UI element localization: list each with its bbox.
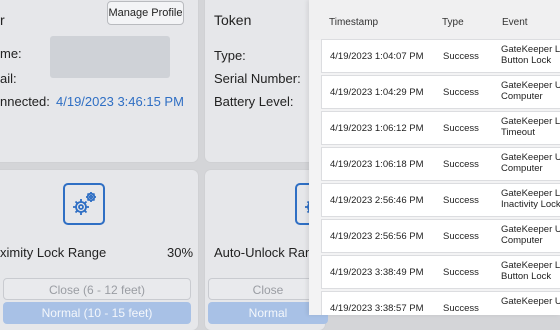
log-timestamp: 4/19/2023 1:06:12 PM xyxy=(330,123,424,134)
log-type: Success xyxy=(443,231,479,242)
proximity-lock-percent: 30% xyxy=(167,245,194,260)
log-timestamp: 4/19/2023 1:06:18 PM xyxy=(330,159,424,170)
log-event: GateKeeper Lo Button Lock xyxy=(501,260,560,282)
log-event: GateKeeper Lo Timeout xyxy=(501,116,560,138)
token-title: Token xyxy=(214,12,252,28)
log-event: GateKeeper Un xyxy=(501,296,560,307)
log-type: Success xyxy=(443,123,479,134)
proximity-gears-icon xyxy=(63,183,105,225)
log-event: GateKeeper Lo Button Lock xyxy=(501,44,560,66)
log-event: GateKeeper UnComputer xyxy=(501,80,560,102)
connected-value: 4/19/2023 3:46:15 PM xyxy=(56,94,184,109)
log-row[interactable]: 4/19/2023 1:04:07 PM Success GateKeeper … xyxy=(321,39,560,73)
log-row[interactable]: 4/19/2023 2:56:46 PM Success GateKeeper … xyxy=(321,183,560,217)
column-type[interactable]: Type xyxy=(442,17,464,28)
log-type: Success xyxy=(443,195,479,206)
proximity-lock-card: ximity Lock Range 30% Close (6 - 12 feet… xyxy=(0,170,198,330)
serial-number-label: Serial Number: xyxy=(214,71,301,86)
log-event: GateKeeper UnComputer xyxy=(501,224,560,246)
event-log-panel: Timestamp Type Event 4/19/2023 1:04:07 P… xyxy=(309,0,560,315)
log-timestamp: 4/19/2023 2:56:46 PM xyxy=(330,195,424,206)
profile-card-title: r xyxy=(0,12,5,28)
event-log-header: Timestamp Type Event xyxy=(309,0,560,40)
proximity-option-close[interactable]: Close (6 - 12 feet) xyxy=(3,278,191,300)
email-label: ail: xyxy=(0,71,17,86)
token-type-label: Type: xyxy=(214,48,246,63)
column-event[interactable]: Event xyxy=(502,17,528,28)
log-timestamp: 4/19/2023 1:04:07 PM xyxy=(330,51,424,62)
log-timestamp: 4/19/2023 3:38:49 PM xyxy=(330,267,424,278)
log-type: Success xyxy=(443,87,479,98)
log-row[interactable]: 4/19/2023 1:06:18 PM Success GateKeeper … xyxy=(321,147,560,181)
proximity-option-normal[interactable]: Normal (10 - 15 feet) xyxy=(3,302,191,324)
column-timestamp[interactable]: Timestamp xyxy=(329,17,378,28)
log-event: GateKeeper UnComputer xyxy=(501,152,560,174)
auto-unlock-label: Auto-Unlock Rang xyxy=(214,245,320,260)
log-row[interactable]: 4/19/2023 1:06:12 PM Success GateKeeper … xyxy=(321,111,560,145)
log-type: Success xyxy=(443,51,479,62)
log-row[interactable]: 4/19/2023 2:56:56 PM Success GateKeeper … xyxy=(321,219,560,253)
battery-level-label: Battery Level: xyxy=(214,94,294,109)
log-row[interactable]: 4/19/2023 3:38:49 PM Success GateKeeper … xyxy=(321,255,560,289)
log-type: Success xyxy=(443,303,479,314)
log-row[interactable]: 4/19/2023 1:04:29 PM Success GateKeeper … xyxy=(321,75,560,109)
manage-profile-button[interactable]: Manage Profile xyxy=(107,1,184,25)
connected-label: nnected: xyxy=(0,94,50,109)
token-card: Token Type: Serial Number: Battery Level… xyxy=(205,0,325,162)
log-type: Success xyxy=(443,267,479,278)
name-label: me: xyxy=(0,46,22,61)
log-timestamp: 4/19/2023 3:38:57 PM xyxy=(330,303,424,314)
auto-unlock-card: Auto-Unlock Rang Close Normal xyxy=(205,170,337,330)
log-timestamp: 4/19/2023 1:04:29 PM xyxy=(330,87,424,98)
log-timestamp: 4/19/2023 2:56:56 PM xyxy=(330,231,424,242)
redacted-info xyxy=(50,36,170,78)
log-type: Success xyxy=(443,159,479,170)
proximity-lock-label: ximity Lock Range xyxy=(0,245,107,260)
profile-card: r Manage Profile me: ail: nnected: 4/19/… xyxy=(0,0,198,162)
log-row[interactable]: 4/19/2023 3:38:57 PM Success GateKeeper … xyxy=(321,291,560,315)
log-event: GateKeeper Lo Inactivity Lock xyxy=(501,188,560,210)
